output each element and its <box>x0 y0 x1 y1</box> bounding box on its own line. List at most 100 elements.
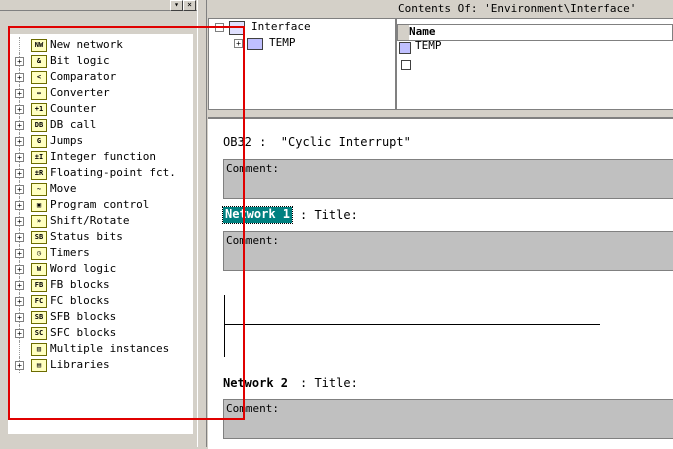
status-bits-icon: SB <box>31 231 47 244</box>
name-column-header[interactable]: Name <box>409 24 673 41</box>
libraries-icon: ▤ <box>31 359 47 372</box>
integer-function-icon: ±I <box>31 151 47 164</box>
word-logic-icon: W <box>31 263 47 276</box>
tree-item[interactable]: + SB SFB blocks <box>8 309 193 325</box>
expand-icon[interactable]: + <box>15 57 24 66</box>
name-column-label: Name <box>409 25 436 38</box>
tree-item[interactable]: + < Comparator <box>8 69 193 85</box>
expand-icon[interactable]: + <box>15 121 24 130</box>
block-comment-box[interactable]: Comment: <box>223 159 673 199</box>
tree-item[interactable]: + SC SFC blocks <box>8 325 193 341</box>
tree-item[interactable]: + SB Status bits <box>8 229 193 245</box>
interface-root-label[interactable]: Interface <box>251 20 311 33</box>
comment-label: Comment: <box>226 234 279 247</box>
expand-icon[interactable]: + <box>15 153 24 162</box>
network-1-comment-box[interactable]: Comment: <box>223 231 673 271</box>
tree-item[interactable]: + FC FC blocks <box>8 293 193 309</box>
tree-item[interactable]: + ↔ Converter <box>8 85 193 101</box>
interface-child-label[interactable]: TEMP <box>269 36 296 49</box>
expand-icon[interactable]: + <box>15 265 24 274</box>
ladder-rung[interactable] <box>224 324 600 325</box>
expand-icon[interactable]: + <box>234 39 243 48</box>
interface-icon <box>229 21 245 35</box>
close-icon[interactable]: × <box>183 0 196 11</box>
temp-row-icon <box>399 42 411 54</box>
tree-item-label: Counter <box>50 102 97 115</box>
expand-icon[interactable]: + <box>15 297 24 306</box>
power-rail <box>224 295 225 357</box>
expand-icon[interactable]: + <box>15 105 24 114</box>
tree-connector <box>19 37 20 53</box>
sfb-blocks-icon: SB <box>31 311 47 324</box>
network-1-title[interactable]: : Title: <box>300 208 358 222</box>
network-2-label[interactable]: Network 2 <box>223 376 288 390</box>
fb-blocks-icon: FB <box>31 279 47 292</box>
panel-splitter[interactable] <box>197 0 207 447</box>
tree-item[interactable]: + ±I Integer function <box>8 149 193 165</box>
tree-item[interactable]: + ±R Floating-point fct. <box>8 165 193 181</box>
tree-item[interactable]: + +1 Counter <box>8 101 193 117</box>
tree-item-label: New network <box>50 38 123 51</box>
contents-panel: Name TEMP <box>396 18 673 110</box>
shift-rotate-icon: » <box>31 215 47 228</box>
tree-item[interactable]: + DB DB call <box>8 117 193 133</box>
floating-point-icon: ±R <box>31 167 47 180</box>
tree-item-label: Libraries <box>50 358 110 371</box>
tree-item[interactable]: + G Jumps <box>8 133 193 149</box>
tree-item-label: Jumps <box>50 134 84 147</box>
timers-icon: ◷ <box>31 247 47 260</box>
tree-item[interactable]: + FB FB blocks <box>8 277 193 293</box>
tree-item-label: Move <box>50 182 77 195</box>
collapse-icon[interactable]: − <box>215 23 224 32</box>
block-title[interactable]: OB32 : "Cyclic Interrupt" <box>223 135 411 149</box>
comment-label: Comment: <box>226 402 279 415</box>
expand-icon[interactable]: + <box>15 89 24 98</box>
tree-item[interactable]: ▥ Multiple instances <box>8 341 193 357</box>
tree-item[interactable]: NW New network <box>8 37 193 53</box>
tree-item-label: SFB blocks <box>50 310 117 323</box>
network-2-comment-box[interactable]: Comment: <box>223 399 673 439</box>
tree-item-label: Converter <box>50 86 110 99</box>
converter-icon: ↔ <box>31 87 47 100</box>
expand-icon[interactable]: + <box>15 233 24 242</box>
expand-icon[interactable]: + <box>15 281 24 290</box>
expand-icon[interactable]: + <box>15 361 24 370</box>
expand-icon[interactable]: + <box>15 217 24 226</box>
tree-connector <box>19 341 20 357</box>
expand-icon[interactable]: + <box>15 201 24 210</box>
tree-item-label: Program control <box>50 198 150 211</box>
tree-item[interactable]: + ▤ Libraries <box>8 357 193 373</box>
db-call-icon: DB <box>31 119 47 132</box>
network-2-title[interactable]: : Title: <box>300 376 358 390</box>
expand-icon[interactable]: + <box>15 249 24 258</box>
expand-icon[interactable]: + <box>15 185 24 194</box>
tree-item-label: Timers <box>50 246 90 259</box>
tree-item-label: Bit logic <box>50 54 110 67</box>
dropdown-icon[interactable]: ▾ <box>170 0 183 11</box>
tree-item[interactable]: + ~ Move <box>8 181 193 197</box>
expand-icon[interactable]: + <box>15 169 24 178</box>
tree-item[interactable]: + W Word logic <box>8 261 193 277</box>
expand-icon[interactable]: + <box>15 329 24 338</box>
tree-item-label: FB blocks <box>50 278 110 291</box>
tree-item[interactable]: + ◷ Timers <box>8 245 193 261</box>
fc-blocks-icon: FC <box>31 295 47 308</box>
expand-icon[interactable]: + <box>15 73 24 82</box>
tree-item[interactable]: + & Bit logic <box>8 53 193 69</box>
panel-title-bar: ▾ × <box>0 0 197 11</box>
new-row-icon <box>401 60 411 70</box>
move-icon: ~ <box>31 183 47 196</box>
contents-title: Contents Of: 'Environment\Interface' <box>398 2 637 15</box>
expand-icon[interactable]: + <box>15 313 24 322</box>
new-network-icon: NW <box>31 39 47 52</box>
expand-icon[interactable]: + <box>15 137 24 146</box>
interface-tree-panel: − Interface + TEMP <box>208 18 396 110</box>
tree-item-label: Word logic <box>50 262 117 275</box>
network-1-label[interactable]: Network 1 <box>221 206 294 224</box>
tree-item-label: Floating-point fct. <box>50 166 176 179</box>
tree-item[interactable]: + » Shift/Rotate <box>8 213 193 229</box>
contents-row-temp[interactable]: TEMP <box>415 39 442 52</box>
tree-item-label: Multiple instances <box>50 342 170 355</box>
code-editor[interactable]: OB32 : "Cyclic Interrupt" Comment: Netwo… <box>208 117 673 449</box>
tree-item[interactable]: + ▣ Program control <box>8 197 193 213</box>
